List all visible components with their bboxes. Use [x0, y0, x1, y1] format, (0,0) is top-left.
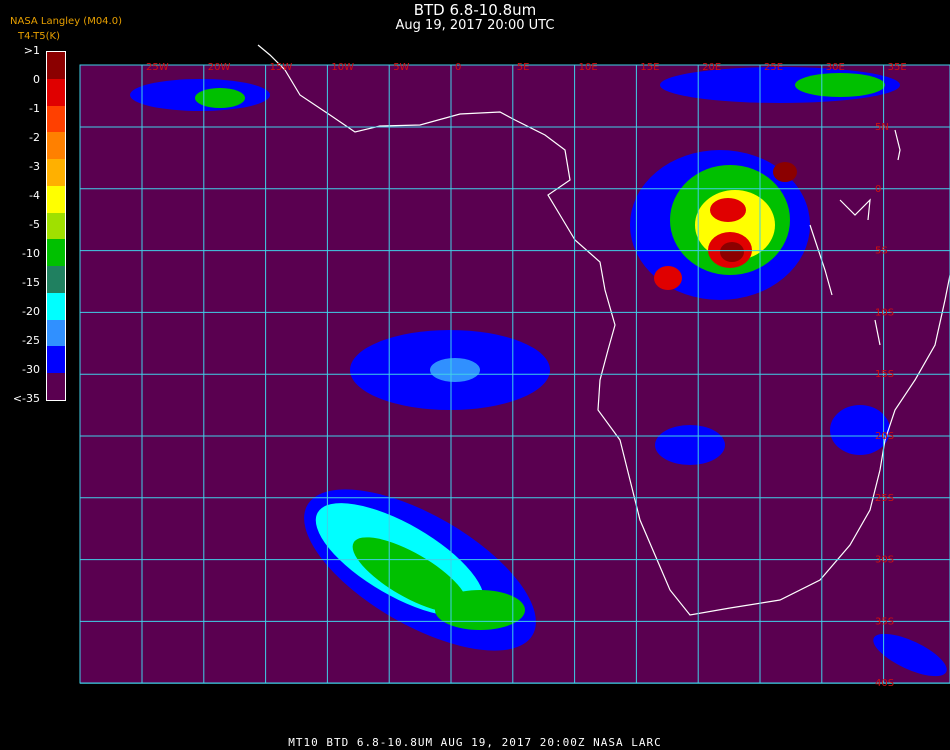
- longitude-label: 10E: [579, 62, 598, 73]
- latitude-label: 0: [875, 184, 881, 195]
- longitude-label: 0: [455, 62, 461, 73]
- longitude-label: 20W: [208, 62, 231, 73]
- longitude-label: 15E: [640, 62, 659, 73]
- longitude-label: 25E: [764, 62, 783, 73]
- longitude-label: 5E: [517, 62, 530, 73]
- longitude-label: 15W: [270, 62, 293, 73]
- longitude-label: 35E: [888, 62, 907, 73]
- footer-caption: MT10 BTD 6.8-10.8UM AUG 19, 2017 20:00Z …: [288, 736, 662, 749]
- convection-cell-2: [710, 198, 746, 222]
- cloud-north-atlantic-green: [195, 88, 245, 108]
- longitude-label: 30E: [826, 62, 845, 73]
- latitude-label: 35S: [875, 616, 894, 627]
- latitude-label: 5N: [875, 122, 889, 133]
- latitude-label: 30S: [875, 555, 894, 566]
- longitude-label: 10W: [331, 62, 354, 73]
- latitude-label: 20S: [875, 431, 894, 442]
- latitude-label: 5S: [875, 246, 888, 257]
- satellite-map: 25W 20W 15W 10W 5W 0 5E 10E 15E 20E 25E 30E 35E 5N 0 5S…: [79, 44, 950, 689]
- longitude-label: 25W: [146, 62, 169, 73]
- latitude-label: 25S: [875, 493, 894, 504]
- convection-cell-1-core: [720, 242, 744, 262]
- latitude-label: 10S: [875, 307, 894, 318]
- convection-north-band-green: [795, 73, 885, 97]
- cloud-band-south-tail: [435, 590, 525, 630]
- cloud-patch-midatlantic-core: [430, 358, 480, 382]
- latitude-label: 40S: [875, 678, 894, 689]
- longitude-label: 5W: [393, 62, 409, 73]
- convection-cell-4: [773, 162, 797, 182]
- cloud-indian-ocean: [830, 405, 890, 455]
- cloud-southern-africa: [655, 425, 725, 465]
- latitude-label: 15S: [875, 369, 894, 380]
- longitude-label: 20E: [702, 62, 721, 73]
- convection-cell-3: [654, 266, 682, 290]
